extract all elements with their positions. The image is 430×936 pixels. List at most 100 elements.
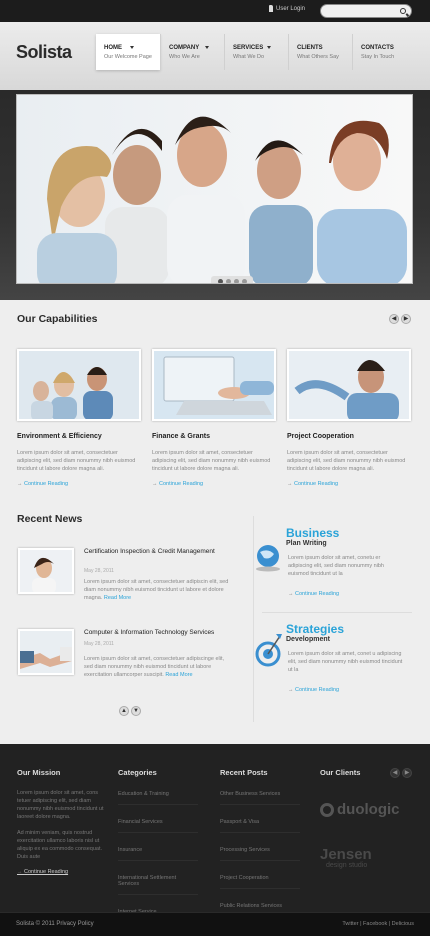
read-more-link[interactable]: Read More xyxy=(104,595,131,601)
slider-pagination xyxy=(211,276,253,283)
side-feature-subtitle: Plan Writing xyxy=(286,540,327,547)
nav-clients-sub: What Others Say xyxy=(297,54,339,60)
capability-image xyxy=(152,349,276,421)
nav-services-label: SERVICES xyxy=(233,45,264,51)
news-item: Certification Inspection & Credit Manage… xyxy=(16,548,244,612)
top-bar: User Login xyxy=(0,0,430,22)
header: Solista HOME Our Welcome Page COMPANY Wh… xyxy=(0,22,430,90)
read-more-link[interactable]: Read More xyxy=(165,672,192,678)
news-date: May 28, 2011 xyxy=(84,641,114,647)
footer-mission-text: Lorem ipsum dolor sit amet, cons tetuer … xyxy=(17,790,104,820)
arrow-left-icon[interactable]: ◀ xyxy=(390,768,400,778)
nav-clients-label: CLIENTS xyxy=(297,45,323,51)
news-text: Lorem ipsum dolor sit amet, consectetuer… xyxy=(84,655,234,679)
capability-title: Environment & Efficiency xyxy=(17,433,102,440)
continue-reading-link[interactable]: Continue Reading xyxy=(17,869,105,875)
slider-dot[interactable] xyxy=(241,279,247,283)
news-title[interactable]: Computer & Information Technology Servic… xyxy=(84,629,234,637)
client-logo-duologic[interactable]: duologic xyxy=(320,801,414,818)
nav-company-sub: Who We Are xyxy=(169,54,200,60)
arrow-down-icon[interactable]: ▼ xyxy=(131,706,141,716)
footer-link[interactable]: Education & Training xyxy=(118,791,198,805)
copyright: Solista © 2011 Privacy Policy xyxy=(16,921,94,927)
footer-link[interactable]: Financial Services xyxy=(118,819,198,833)
side-feature: Strategies Development Lorem ipsum dolor… xyxy=(254,622,414,712)
user-icon xyxy=(269,5,273,12)
search-icon[interactable] xyxy=(400,8,406,14)
capabilities-arrows: ◀ ▶ xyxy=(389,314,411,324)
search-input[interactable] xyxy=(320,4,412,18)
user-login-link[interactable]: User Login xyxy=(269,5,305,12)
capability-image xyxy=(287,349,411,421)
news-date: May 28, 2011 xyxy=(84,568,114,574)
nav-home-sub: Our Welcome Page xyxy=(104,54,152,60)
footer-link[interactable]: Processing Services xyxy=(220,847,300,861)
chevron-down-icon xyxy=(130,46,134,49)
footer-mission-text-2: Ad minim veniam, quis nostrud exercitati… xyxy=(17,830,102,860)
continue-reading-link[interactable]: Continue Reading xyxy=(17,481,141,487)
capability-text: Lorem ipsum dolor sit amet, consectetuer… xyxy=(17,450,136,472)
clients-arrows: ◀ ▶ xyxy=(390,768,412,778)
slider-dot[interactable] xyxy=(217,279,223,283)
chevron-down-icon xyxy=(205,46,209,49)
side-feature-text: Lorem ipsum dolor sit amet, conet u adip… xyxy=(288,651,403,673)
nav-contacts[interactable]: CONTACTS Stay In Touch xyxy=(352,34,416,70)
footer-link[interactable]: Other Business Services xyxy=(220,791,300,805)
capability-card: Project Cooperation Lorem ipsum dolor si… xyxy=(287,349,411,487)
side-feature-text: Lorem ipsum dolor sit amet, conetu er ad… xyxy=(288,555,384,577)
client-logo-subtext: design studio xyxy=(326,862,368,869)
divider xyxy=(262,612,412,613)
capability-text: Lorem ipsum dolor sit amet, consectetuer… xyxy=(152,450,271,472)
footer-link[interactable]: Insurance xyxy=(118,847,198,861)
nav-contacts-label: CONTACTS xyxy=(361,45,394,51)
client-logo-jensen[interactable]: Jensen design studio xyxy=(320,846,414,869)
footer-clients: Our Clients ◀ ▶ duologic Jensen design s… xyxy=(320,768,414,869)
logo[interactable]: Solista xyxy=(16,42,72,63)
side-feature-title: Strategies xyxy=(286,622,345,636)
nav-services[interactable]: SERVICES What We Do xyxy=(224,34,288,70)
arrow-right-icon[interactable]: ▶ xyxy=(402,768,412,778)
arrow-left-icon[interactable]: ◀ xyxy=(389,314,399,324)
side-feature-title: Business xyxy=(286,526,340,540)
footer-link[interactable]: International Settlement Services xyxy=(118,875,198,895)
news-thumbnail xyxy=(18,629,74,675)
continue-reading-link[interactable]: Continue Reading xyxy=(152,481,276,487)
capabilities-title: Our Capabilities xyxy=(17,313,98,325)
main-nav: HOME Our Welcome Page COMPANY Who We Are… xyxy=(96,34,416,70)
hero-image xyxy=(16,94,413,284)
news-item: Computer & Information Technology Servic… xyxy=(16,629,244,693)
capability-title: Project Cooperation xyxy=(287,433,354,440)
capability-text: Lorem ipsum dolor sit amet, consectetuer… xyxy=(287,450,406,472)
bottom-bar: Solista © 2011 Privacy Policy Twitter | … xyxy=(0,912,430,936)
nav-clients[interactable]: CLIENTS What Others Say xyxy=(288,34,352,70)
footer-posts-title: Recent Posts xyxy=(220,768,268,777)
arrow-right-icon[interactable]: ▶ xyxy=(401,314,411,324)
nav-company[interactable]: COMPANY Who We Are xyxy=(160,34,224,70)
news-title[interactable]: Certification Inspection & Credit Manage… xyxy=(84,548,234,556)
capability-card: Environment & Efficiency Lorem ipsum dol… xyxy=(17,349,141,487)
footer-link[interactable]: Passport & Visa xyxy=(220,819,300,833)
footer-posts: Recent Posts Other Business Services Pas… xyxy=(220,768,300,916)
news-thumbnail xyxy=(18,548,74,594)
slider-dot[interactable] xyxy=(233,279,239,283)
capability-title: Finance & Grants xyxy=(152,433,210,440)
hero-slider xyxy=(0,90,430,300)
client-logo-text: Jensen xyxy=(320,846,372,863)
arrow-up-icon[interactable]: ▲ xyxy=(119,706,129,716)
continue-reading-link[interactable]: Continue Reading xyxy=(288,591,339,597)
footer-link[interactable]: Project Cooperation xyxy=(220,875,300,889)
social-links[interactable]: Twitter | Facebook | Delicious xyxy=(342,921,414,927)
slider-dot[interactable] xyxy=(225,279,231,283)
footer-mission: Our Mission Lorem ipsum dolor sit amet, … xyxy=(17,768,105,875)
user-login-label: User Login xyxy=(276,5,306,12)
footer-categories-title: Categories xyxy=(118,768,157,777)
continue-reading-link[interactable]: Continue Reading xyxy=(288,687,339,693)
news-text: Lorem ipsum dolor sit amet, consectetuer… xyxy=(84,578,234,602)
globe-icon xyxy=(256,545,280,572)
side-feature: Business Plan Writing Lorem ipsum dolor … xyxy=(254,526,414,616)
target-icon xyxy=(255,634,282,667)
news-arrows: ▲ ▼ xyxy=(119,706,141,716)
continue-reading-link[interactable]: Continue Reading xyxy=(287,481,411,487)
recent-news-title: Recent News xyxy=(17,513,83,525)
nav-home[interactable]: HOME Our Welcome Page xyxy=(96,34,160,70)
